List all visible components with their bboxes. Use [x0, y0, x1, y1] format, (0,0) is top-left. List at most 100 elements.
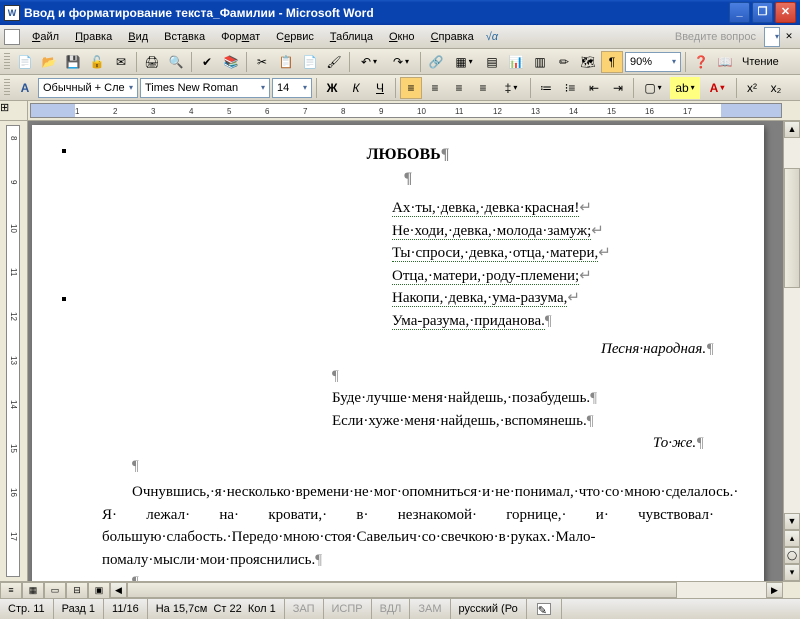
status-ext[interactable]: ВДЛ	[372, 599, 411, 619]
close-button[interactable]: ✕	[775, 2, 796, 23]
docmap-button[interactable]: 🗺	[577, 51, 599, 73]
menu-view[interactable]: Вид	[120, 29, 156, 45]
status-spellcheck-icon[interactable]: ✎	[527, 599, 562, 619]
hscroll-track[interactable]	[127, 582, 766, 598]
numbered-list-button[interactable]: ≔	[535, 77, 557, 99]
align-right-button[interactable]: ≡	[448, 77, 470, 99]
help-dropdown[interactable]	[764, 27, 780, 47]
highlight-button[interactable]: ab	[670, 77, 700, 99]
status-page[interactable]: Стр. 11	[0, 599, 54, 619]
format-painter-button[interactable]: 🖌	[323, 51, 345, 73]
spelling-button[interactable]: ✔	[196, 51, 218, 73]
scroll-track[interactable]	[784, 138, 800, 513]
ruler-corner[interactable]: ⊞	[0, 101, 28, 120]
empty-para[interactable]: ¶	[102, 571, 714, 581]
menu-insert[interactable]: Вставка	[156, 29, 213, 45]
browse-object-button[interactable]: ◯	[784, 547, 800, 564]
new-button[interactable]: 📄	[14, 51, 36, 73]
insert-table-button[interactable]: ▤	[481, 51, 503, 73]
align-left-button[interactable]: ≡	[400, 77, 422, 99]
open-button[interactable]: 📂	[38, 51, 60, 73]
status-ovr[interactable]: ЗАМ	[410, 599, 450, 619]
menu-edit[interactable]: Правка	[67, 29, 120, 45]
indent-button[interactable]: ⇥	[607, 77, 629, 99]
attribution-1[interactable]: Песня·народная.¶	[392, 338, 714, 361]
status-language[interactable]: русский (Ро	[451, 599, 527, 619]
scroll-thumb[interactable]	[784, 168, 800, 288]
hscroll-thumb[interactable]	[127, 582, 677, 598]
math-addon-icon[interactable]: √α	[486, 31, 498, 43]
columns-button[interactable]: ▥	[529, 51, 551, 73]
vertical-scrollbar[interactable]: ▲ ▼ ▴ ◯ ▾	[783, 121, 800, 581]
next-page-button[interactable]: ▾	[784, 564, 800, 581]
horizontal-ruler[interactable]: 1234567891011121314151617	[30, 103, 782, 118]
help-button[interactable]: ❓	[690, 51, 712, 73]
prev-page-button[interactable]: ▴	[784, 530, 800, 547]
menu-format[interactable]: Формат	[213, 29, 268, 45]
doc-close-button[interactable]: ✕	[782, 30, 796, 44]
scroll-left-button[interactable]: ◀	[110, 582, 127, 598]
attribution-2[interactable]: То·же.¶	[102, 432, 704, 455]
permission-button[interactable]: 🔓	[86, 51, 108, 73]
style-combo[interactable]: Обычный + Сле	[38, 78, 138, 98]
bulleted-list-button[interactable]: ⁝≡	[559, 77, 581, 99]
status-trk[interactable]: ИСПР	[324, 599, 372, 619]
empty-para[interactable]: ¶	[102, 167, 714, 191]
menu-tools[interactable]: Сервис	[268, 29, 322, 45]
styles-pane-button[interactable]: A	[14, 77, 36, 99]
save-button[interactable]: 💾	[62, 51, 84, 73]
align-center-button[interactable]: ≡	[424, 77, 446, 99]
web-view-button[interactable]: ▦	[22, 582, 44, 599]
excel-button[interactable]: 📊	[505, 51, 527, 73]
menu-table[interactable]: Таблица	[322, 29, 381, 45]
align-justify-button[interactable]: ≡	[472, 77, 494, 99]
scroll-up-button[interactable]: ▲	[784, 121, 800, 138]
print-view-button[interactable]: ▭	[44, 582, 66, 599]
show-marks-button[interactable]: ¶	[601, 51, 623, 73]
status-position[interactable]: На 15,7см Ст 22 Кол 1	[148, 599, 285, 619]
underline-button[interactable]: Ч	[369, 77, 391, 99]
toolbar-grip[interactable]	[4, 53, 10, 71]
help-prompt[interactable]: Введите вопрос	[675, 31, 764, 43]
poem-block[interactable]: Ах·ты,·девка,·девка·красная!↵ Не·ходи,·д…	[392, 197, 714, 332]
document-area[interactable]: ЛЮБОВЬ¶ ¶ Ах·ты,·девка,·девка·красная!↵ …	[28, 121, 783, 581]
status-pages[interactable]: 11/16	[104, 599, 148, 619]
status-rec[interactable]: ЗАП	[285, 599, 324, 619]
restore-button[interactable]: ❐	[752, 2, 773, 23]
scroll-right-button[interactable]: ▶	[766, 582, 783, 598]
paste-button[interactable]: 📄	[299, 51, 321, 73]
hyperlink-button[interactable]: 🔗	[425, 51, 447, 73]
doc-heading[interactable]: ЛЮБОВЬ¶	[102, 143, 714, 167]
borders-button[interactable]: ▢	[638, 77, 668, 99]
zoom-combo[interactable]: 90%	[625, 52, 681, 72]
minimize-button[interactable]: _	[729, 2, 750, 23]
read-icon[interactable]: 📖	[714, 51, 736, 73]
undo-button[interactable]: ↶	[354, 51, 384, 73]
bold-button[interactable]: Ж	[321, 77, 343, 99]
research-button[interactable]: 📚	[220, 51, 242, 73]
status-section[interactable]: Разд 1	[54, 599, 104, 619]
empty-para[interactable]: ¶	[102, 455, 714, 478]
italic-button[interactable]: К	[345, 77, 367, 99]
print-button[interactable]: 🖨	[141, 51, 163, 73]
body-paragraph[interactable]: Очнувшись,·я·несколько·времени·не·мог·оп…	[102, 481, 714, 571]
copy-button[interactable]: 📋	[275, 51, 297, 73]
menu-file[interactable]: Файл	[24, 29, 67, 45]
preview-button[interactable]: 🔍	[165, 51, 187, 73]
couplet-block[interactable]: ¶ Буде·лучше·меня·найдешь,·позабудешь.¶ …	[332, 365, 714, 433]
vertical-ruler[interactable]: 891011121314151617	[0, 121, 28, 581]
menu-help[interactable]: Справка	[423, 29, 482, 45]
superscript-button[interactable]: x²	[741, 77, 763, 99]
font-color-button[interactable]: A	[702, 77, 732, 99]
cut-button[interactable]: ✂	[251, 51, 273, 73]
email-button[interactable]: ✉	[110, 51, 132, 73]
read-view-button[interactable]: ▣	[88, 582, 110, 599]
drawing-button[interactable]: ✏	[553, 51, 575, 73]
read-mode-button[interactable]: Чтение	[738, 56, 783, 68]
redo-button[interactable]: ↷	[386, 51, 416, 73]
line-spacing-button[interactable]: ‡	[496, 77, 526, 99]
normal-view-button[interactable]: ≡	[0, 582, 22, 599]
toolbar-grip[interactable]	[4, 79, 10, 97]
document-page[interactable]: ЛЮБОВЬ¶ ¶ Ах·ты,·девка,·девка·красная!↵ …	[32, 125, 764, 581]
scroll-down-button[interactable]: ▼	[784, 513, 800, 530]
